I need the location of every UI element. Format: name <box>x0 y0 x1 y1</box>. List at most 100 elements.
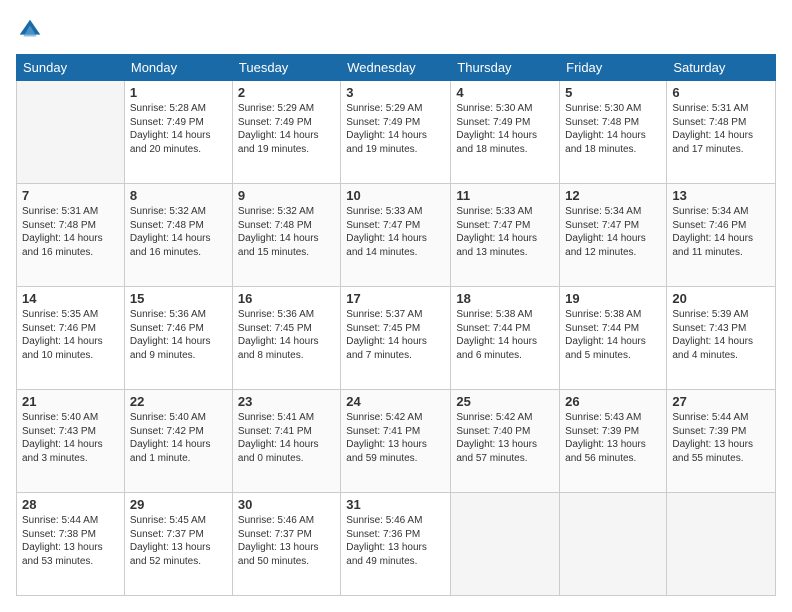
cell-info: Sunrise: 5:33 AMSunset: 7:47 PMDaylight:… <box>456 206 537 258</box>
calendar-cell: 6 Sunrise: 5:31 AMSunset: 7:48 PMDaylight… <box>667 81 776 184</box>
calendar-cell: 30 Sunrise: 5:46 AMSunset: 7:37 PMDayligh… <box>232 493 340 596</box>
day-number: 29 <box>130 497 227 512</box>
day-number: 30 <box>238 497 335 512</box>
calendar-cell: 26 Sunrise: 5:43 AMSunset: 7:39 PMDayligh… <box>560 390 667 493</box>
cell-info: Sunrise: 5:42 AMSunset: 7:40 PMDaylight:… <box>456 412 537 464</box>
calendar-cell <box>17 81 125 184</box>
day-number: 1 <box>130 85 227 100</box>
cell-info: Sunrise: 5:32 AMSunset: 7:48 PMDaylight:… <box>130 206 211 258</box>
weekday-header-monday: Monday <box>124 55 232 81</box>
weekday-header-row: SundayMondayTuesdayWednesdayThursdayFrid… <box>17 55 776 81</box>
day-number: 16 <box>238 291 335 306</box>
cell-info: Sunrise: 5:35 AMSunset: 7:46 PMDaylight:… <box>22 309 103 361</box>
day-number: 8 <box>130 188 227 203</box>
day-number: 25 <box>456 394 554 409</box>
day-number: 23 <box>238 394 335 409</box>
weekday-header-tuesday: Tuesday <box>232 55 340 81</box>
day-number: 24 <box>346 394 445 409</box>
day-number: 7 <box>22 188 119 203</box>
calendar-cell: 14 Sunrise: 5:35 AMSunset: 7:46 PMDayligh… <box>17 287 125 390</box>
weekday-header-thursday: Thursday <box>451 55 560 81</box>
calendar-cell: 9 Sunrise: 5:32 AMSunset: 7:48 PMDaylight… <box>232 184 340 287</box>
week-row-4: 21 Sunrise: 5:40 AMSunset: 7:43 PMDayligh… <box>17 390 776 493</box>
calendar-cell: 17Sunrise: 5:37 AMSunset: 7:45 PMDayligh… <box>341 287 451 390</box>
week-row-5: 28Sunrise: 5:44 AMSunset: 7:38 PMDayligh… <box>17 493 776 596</box>
day-number: 18 <box>456 291 554 306</box>
cell-info: Sunrise: 5:40 AMSunset: 7:43 PMDaylight:… <box>22 412 103 464</box>
day-number: 20 <box>672 291 770 306</box>
cell-info: Sunrise: 5:38 AMSunset: 7:44 PMDaylight:… <box>565 309 646 361</box>
calendar-cell <box>560 493 667 596</box>
cell-info: Sunrise: 5:40 AMSunset: 7:42 PMDaylight:… <box>130 412 211 464</box>
cell-info: Sunrise: 5:29 AMSunset: 7:49 PMDaylight:… <box>238 103 319 155</box>
cell-info: Sunrise: 5:33 AMSunset: 7:47 PMDaylight:… <box>346 206 427 258</box>
calendar-table: SundayMondayTuesdayWednesdayThursdayFrid… <box>16 54 776 596</box>
day-number: 13 <box>672 188 770 203</box>
weekday-header-friday: Friday <box>560 55 667 81</box>
cell-info: Sunrise: 5:46 AMSunset: 7:37 PMDaylight:… <box>238 515 319 567</box>
week-row-2: 7 Sunrise: 5:31 AMSunset: 7:48 PMDaylight… <box>17 184 776 287</box>
cell-info: Sunrise: 5:42 AMSunset: 7:41 PMDaylight:… <box>346 412 427 464</box>
day-number: 9 <box>238 188 335 203</box>
cell-info: Sunrise: 5:43 AMSunset: 7:39 PMDaylight:… <box>565 412 646 464</box>
calendar-cell: 19 Sunrise: 5:38 AMSunset: 7:44 PMDayligh… <box>560 287 667 390</box>
cell-info: Sunrise: 5:28 AMSunset: 7:49 PMDaylight:… <box>130 103 211 155</box>
cell-info: Sunrise: 5:30 AMSunset: 7:48 PMDaylight:… <box>565 103 646 155</box>
week-row-3: 14 Sunrise: 5:35 AMSunset: 7:46 PMDayligh… <box>17 287 776 390</box>
calendar-cell: 25 Sunrise: 5:42 AMSunset: 7:40 PMDayligh… <box>451 390 560 493</box>
cell-info: Sunrise: 5:36 AMSunset: 7:45 PMDaylight:… <box>238 309 319 361</box>
day-number: 11 <box>456 188 554 203</box>
cell-info: Sunrise: 5:46 AMSunset: 7:36 PMDaylight:… <box>346 515 427 567</box>
day-number: 21 <box>22 394 119 409</box>
calendar-cell: 31 Sunrise: 5:46 AMSunset: 7:36 PMDayligh… <box>341 493 451 596</box>
page: SundayMondayTuesdayWednesdayThursdayFrid… <box>0 0 792 612</box>
week-row-1: 1 Sunrise: 5:28 AMSunset: 7:49 PMDaylight… <box>17 81 776 184</box>
day-number: 10 <box>346 188 445 203</box>
cell-info: Sunrise: 5:41 AMSunset: 7:41 PMDaylight:… <box>238 412 319 464</box>
weekday-header-saturday: Saturday <box>667 55 776 81</box>
cell-info: Sunrise: 5:34 AMSunset: 7:47 PMDaylight:… <box>565 206 646 258</box>
day-number: 5 <box>565 85 661 100</box>
logo-icon <box>16 16 44 44</box>
cell-info: Sunrise: 5:38 AMSunset: 7:44 PMDaylight:… <box>456 309 537 361</box>
calendar-cell: 5 Sunrise: 5:30 AMSunset: 7:48 PMDaylight… <box>560 81 667 184</box>
weekday-header-wednesday: Wednesday <box>341 55 451 81</box>
day-number: 2 <box>238 85 335 100</box>
calendar-cell: 2 Sunrise: 5:29 AMSunset: 7:49 PMDaylight… <box>232 81 340 184</box>
calendar-cell <box>451 493 560 596</box>
cell-info: Sunrise: 5:31 AMSunset: 7:48 PMDaylight:… <box>672 103 753 155</box>
day-number: 4 <box>456 85 554 100</box>
day-number: 6 <box>672 85 770 100</box>
day-number: 15 <box>130 291 227 306</box>
calendar-cell: 15 Sunrise: 5:36 AMSunset: 7:46 PMDayligh… <box>124 287 232 390</box>
cell-info: Sunrise: 5:45 AMSunset: 7:37 PMDaylight:… <box>130 515 211 567</box>
calendar-cell <box>667 493 776 596</box>
header <box>16 16 776 44</box>
day-number: 19 <box>565 291 661 306</box>
calendar-cell: 28Sunrise: 5:44 AMSunset: 7:38 PMDayligh… <box>17 493 125 596</box>
day-number: 14 <box>22 291 119 306</box>
cell-info: Sunrise: 5:44 AMSunset: 7:38 PMDaylight:… <box>22 515 103 567</box>
calendar-cell: 1 Sunrise: 5:28 AMSunset: 7:49 PMDaylight… <box>124 81 232 184</box>
calendar-cell: 8 Sunrise: 5:32 AMSunset: 7:48 PMDaylight… <box>124 184 232 287</box>
calendar-cell: 10 Sunrise: 5:33 AMSunset: 7:47 PMDayligh… <box>341 184 451 287</box>
logo <box>16 16 48 44</box>
calendar-cell: 29 Sunrise: 5:45 AMSunset: 7:37 PMDayligh… <box>124 493 232 596</box>
calendar-cell: 20Sunrise: 5:39 AMSunset: 7:43 PMDayligh… <box>667 287 776 390</box>
calendar-cell: 27Sunrise: 5:44 AMSunset: 7:39 PMDayligh… <box>667 390 776 493</box>
calendar-cell: 18 Sunrise: 5:38 AMSunset: 7:44 PMDayligh… <box>451 287 560 390</box>
day-number: 26 <box>565 394 661 409</box>
calendar-cell: 13 Sunrise: 5:34 AMSunset: 7:46 PMDayligh… <box>667 184 776 287</box>
cell-info: Sunrise: 5:31 AMSunset: 7:48 PMDaylight:… <box>22 206 103 258</box>
day-number: 3 <box>346 85 445 100</box>
cell-info: Sunrise: 5:29 AMSunset: 7:49 PMDaylight:… <box>346 103 427 155</box>
calendar-cell: 21 Sunrise: 5:40 AMSunset: 7:43 PMDayligh… <box>17 390 125 493</box>
cell-info: Sunrise: 5:36 AMSunset: 7:46 PMDaylight:… <box>130 309 211 361</box>
cell-info: Sunrise: 5:32 AMSunset: 7:48 PMDaylight:… <box>238 206 319 258</box>
weekday-header-sunday: Sunday <box>17 55 125 81</box>
day-number: 31 <box>346 497 445 512</box>
day-number: 12 <box>565 188 661 203</box>
calendar-cell: 11 Sunrise: 5:33 AMSunset: 7:47 PMDayligh… <box>451 184 560 287</box>
cell-info: Sunrise: 5:37 AMSunset: 7:45 PMDaylight:… <box>346 309 427 361</box>
cell-info: Sunrise: 5:34 AMSunset: 7:46 PMDaylight:… <box>672 206 753 258</box>
